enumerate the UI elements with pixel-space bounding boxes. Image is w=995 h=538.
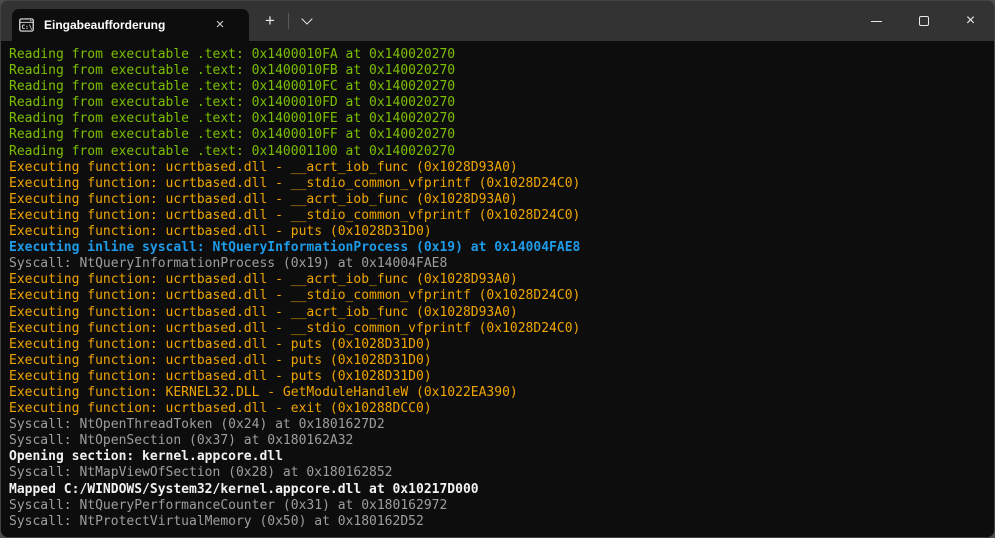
terminal-line: Executing function: ucrtbased.dll - __st… <box>9 176 990 192</box>
plus-icon: + <box>265 11 275 31</box>
terminal-line: Executing function: ucrtbased.dll - puts… <box>9 369 990 385</box>
terminal-line: Executing function: ucrtbased.dll - puts… <box>9 224 990 240</box>
terminal-line: Syscall: NtOpenSection (0x37) at 0x18016… <box>9 433 990 449</box>
terminal-line: Syscall: NtQueryInformationProcess (0x19… <box>9 256 990 272</box>
terminal-line: Executing function: ucrtbased.dll - __ac… <box>9 192 990 208</box>
tab-close-button[interactable]: × <box>209 14 231 36</box>
svg-text:C:\: C:\ <box>21 24 32 31</box>
terminal-line: Executing function: ucrtbased.dll - __ac… <box>9 305 990 321</box>
tab-eingabeaufforderung[interactable]: C:\ Eingabeaufforderung × <box>12 9 249 41</box>
cmd-icon: C:\ <box>19 18 34 32</box>
minimize-icon <box>871 21 882 22</box>
caption-buttons: × <box>853 1 994 41</box>
terminal-line: Syscall: NtMapViewOfSection (0x28) at 0x… <box>9 465 990 481</box>
terminal-line: Syscall: NtProtectVirtualMemory (0x50) a… <box>9 514 990 530</box>
terminal-line: Syscall: NtOpenThreadToken (0x24) at 0x1… <box>9 417 990 433</box>
terminal-line: Reading from executable .text: 0x1400010… <box>9 95 990 111</box>
terminal-line: Executing function: ucrtbased.dll - __st… <box>9 208 990 224</box>
terminal-line: Reading from executable .text: 0x1400010… <box>9 63 990 79</box>
close-icon: × <box>966 13 975 29</box>
terminal-line: Reading from executable .text: 0x1400011… <box>9 144 990 160</box>
terminal-line: Executing function: ucrtbased.dll - puts… <box>9 337 990 353</box>
chevron-down-icon <box>301 13 312 24</box>
close-icon: × <box>216 16 225 33</box>
terminal-line: Syscall: NtQueryPerformanceCounter (0x31… <box>9 498 990 514</box>
minimize-button[interactable] <box>853 1 900 41</box>
new-tab-button[interactable]: + <box>255 7 285 35</box>
tab-title: Eingabeaufforderung <box>44 18 209 32</box>
terminal-line: Executing function: ucrtbased.dll - __st… <box>9 288 990 304</box>
terminal-line: Executing function: ucrtbased.dll - puts… <box>9 353 990 369</box>
terminal-line: Mapped C:/WINDOWS/System32/kernel.appcor… <box>9 482 990 498</box>
terminal-line: Reading from executable .text: 0x1400010… <box>9 47 990 63</box>
terminal-output[interactable]: Reading from executable .text: 0x1400010… <box>1 41 994 537</box>
terminal-line: Executing function: ucrtbased.dll - exit… <box>9 401 990 417</box>
tab-dropdown-button[interactable] <box>292 7 322 35</box>
terminal-line: Executing function: ucrtbased.dll - __ac… <box>9 272 990 288</box>
terminal-line: Executing function: ucrtbased.dll - __st… <box>9 321 990 337</box>
terminal-window: C:\ Eingabeaufforderung × + × <box>0 0 995 538</box>
maximize-button[interactable] <box>900 1 947 41</box>
terminal-line: Executing inline syscall: NtQueryInforma… <box>9 240 990 256</box>
terminal-line: Executing function: KERNEL32.DLL - GetMo… <box>9 385 990 401</box>
close-window-button[interactable]: × <box>947 1 994 41</box>
terminal-line: Reading from executable .text: 0x1400010… <box>9 79 990 95</box>
tabbar-divider <box>288 13 289 29</box>
terminal-line: Reading from executable .text: 0x1400010… <box>9 127 990 143</box>
terminal-line: Reading from executable .text: 0x1400010… <box>9 111 990 127</box>
terminal-line: Executing function: ucrtbased.dll - __ac… <box>9 160 990 176</box>
maximize-icon <box>919 16 929 26</box>
titlebar[interactable]: C:\ Eingabeaufforderung × + × <box>1 1 994 41</box>
terminal-line: Opening section: kernel.appcore.dll <box>9 449 990 465</box>
